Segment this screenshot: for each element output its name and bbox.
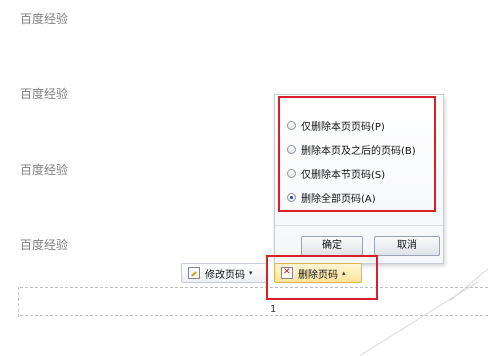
cancel-button[interactable]: 取消	[374, 236, 440, 256]
dialog-divider	[275, 225, 443, 226]
watermark-text: 百度经验	[20, 12, 69, 26]
margin-marker	[18, 287, 19, 317]
decorative-line	[450, 267, 488, 301]
ok-button[interactable]: 确定	[301, 236, 363, 256]
edit-page-number-label: 修改页码	[205, 269, 245, 281]
page-number[interactable]: 1	[270, 304, 276, 315]
footer-boundary-top	[20, 287, 488, 288]
edit-page-number-button[interactable]: 修改页码 ▾	[181, 263, 267, 283]
watermark-text: 百度经验	[20, 87, 69, 101]
delete-button-highlight-box	[266, 255, 378, 300]
footer-boundary-bottom	[20, 315, 488, 316]
chevron-down-icon: ▾	[249, 269, 253, 277]
edit-icon	[188, 267, 200, 279]
watermark-text: 百度经验	[20, 163, 69, 177]
watermark-text: 百度经验	[20, 238, 69, 252]
options-highlight-box	[278, 96, 436, 212]
